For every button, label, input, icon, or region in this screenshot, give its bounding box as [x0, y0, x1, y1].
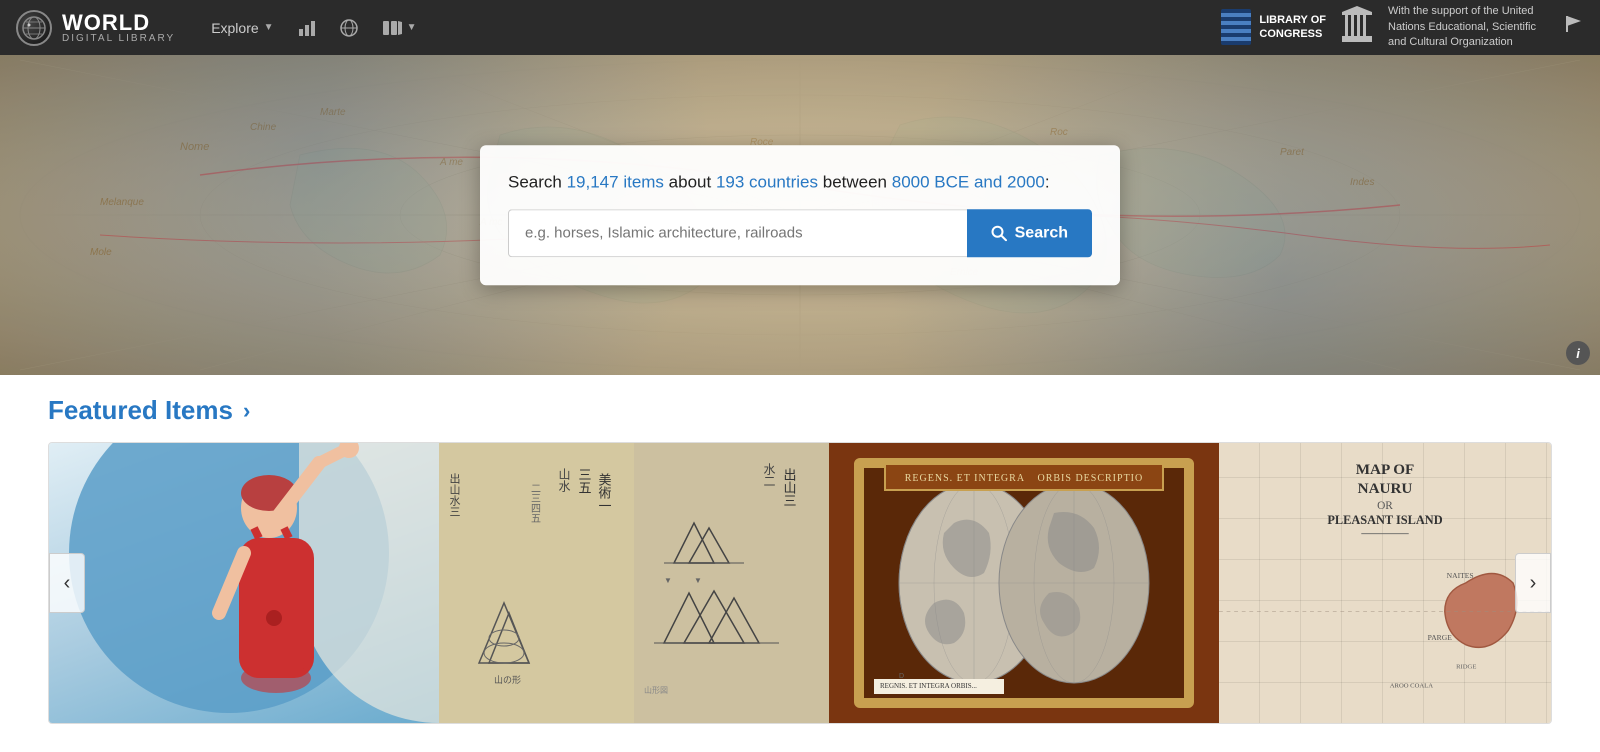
- logo-text: WORLD DIGITAL LIBRARY: [62, 12, 175, 44]
- carousel-item-nauru-map[interactable]: MAP OF NAURU OR PLEASANT ISLAND NAITES: [1219, 443, 1551, 723]
- search-countries-count: 193 countries: [716, 172, 818, 191]
- svg-text:MAP OF: MAP OF: [1356, 461, 1415, 478]
- loc-logo[interactable]: LIBRARY OFCONGRESS: [1221, 9, 1326, 45]
- featured-section: Featured Items › ‹: [0, 375, 1600, 724]
- svg-text:OR: OR: [1377, 500, 1393, 512]
- svg-text:三五: 三五: [577, 468, 592, 494]
- carousel-prev-button[interactable]: ‹: [49, 553, 85, 613]
- search-container: Search 19,147 items about 193 countries …: [480, 145, 1120, 285]
- nav-globe[interactable]: [328, 0, 370, 55]
- site-logo[interactable]: WORLD DIGITAL LIBRARY: [16, 10, 175, 46]
- featured-title: Featured Items: [48, 395, 233, 426]
- carousel-next-button[interactable]: ›: [1515, 553, 1551, 613]
- logo-globe-icon: [16, 10, 52, 46]
- svg-text:PLEASANT ISLAND: PLEASANT ISLAND: [1327, 513, 1442, 527]
- svg-text:山の形: 山の形: [494, 674, 521, 685]
- nav-books[interactable]: ▼: [370, 0, 429, 55]
- info-button[interactable]: i: [1566, 341, 1590, 365]
- carousel-item-swimmer[interactable]: [49, 443, 439, 723]
- svg-text:NAURU: NAURU: [1358, 480, 1413, 497]
- svg-text:山形図: 山形図: [644, 685, 668, 695]
- hero-section: Nome Chine Marte Melanque Mole A me A mc…: [0, 55, 1600, 375]
- nav-explore-label: Explore: [211, 20, 258, 36]
- carousel-track: 美術一 三五 山水 山の形 出山水三 二三四五: [49, 443, 1551, 723]
- svg-text:▼: ▼: [664, 576, 672, 585]
- svg-text:出山三: 出山三: [782, 468, 797, 507]
- flag-icon[interactable]: [1564, 14, 1584, 40]
- globe-nav-icon: [340, 19, 358, 37]
- search-row: Search: [508, 209, 1092, 257]
- books-icon: [382, 19, 402, 37]
- carousel-item-japanese-left[interactable]: 美術一 三五 山水 山の形 出山水三 二三四五: [439, 443, 634, 723]
- support-text: With the support of the United Nations E…: [1388, 4, 1548, 50]
- svg-text:出山水三: 出山水三: [448, 472, 461, 517]
- svg-text:二三四五: 二三四五: [529, 483, 541, 523]
- nav-statistics[interactable]: [286, 0, 328, 55]
- svg-text:RIDGE: RIDGE: [1456, 663, 1476, 670]
- books-chevron-icon: ▼: [407, 22, 417, 33]
- search-years-range: 8000 BCE and 2000: [892, 172, 1045, 191]
- search-button[interactable]: Search: [967, 209, 1092, 257]
- loc-text: LIBRARY OFCONGRESS: [1259, 13, 1326, 42]
- prev-arrow-icon: ‹: [64, 572, 71, 595]
- search-button-label: Search: [1015, 224, 1068, 242]
- nav-explore[interactable]: Explore ▼: [199, 0, 285, 55]
- svg-text:PARGE: PARGE: [1428, 633, 1453, 642]
- featured-header: Featured Items ›: [48, 395, 1552, 426]
- carousel-item-japanese-right[interactable]: 出山三 水二 ▼ ▼: [634, 443, 829, 723]
- unesco-pillar-icon: [1342, 6, 1372, 49]
- search-icon: [991, 225, 1007, 241]
- carousel-item-globe-map[interactable]: REGENS. ET INTEGRA ORBIS DESCRIPTIO: [829, 443, 1219, 723]
- logo-world: WORLD: [62, 12, 175, 34]
- search-input[interactable]: [508, 209, 967, 257]
- svg-text:美術一: 美術一: [597, 473, 612, 512]
- svg-text:山水: 山水: [557, 468, 571, 492]
- svg-text:▼: ▼: [694, 576, 702, 585]
- loc-stripe-icon: [1221, 9, 1251, 45]
- search-items-count: 19,147 items: [567, 172, 664, 191]
- featured-arrow-icon[interactable]: ›: [243, 398, 250, 424]
- logo-digital: DIGITAL LIBRARY: [62, 34, 175, 44]
- explore-chevron-icon: ▼: [264, 22, 274, 33]
- carousel: ‹: [48, 442, 1552, 724]
- navbar: WORLD DIGITAL LIBRARY Explore ▼ ▼: [0, 0, 1600, 55]
- search-tagline: Search 19,147 items about 193 countries …: [508, 169, 1092, 195]
- next-arrow-icon: ›: [1530, 572, 1537, 595]
- svg-text:NAITES: NAITES: [1447, 571, 1474, 580]
- svg-text:AROO COALA: AROO COALA: [1390, 682, 1433, 689]
- svg-text:水二: 水二: [762, 463, 776, 487]
- bar-chart-icon: [298, 19, 316, 37]
- nav-right: LIBRARY OFCONGRESS With the support of t…: [1221, 4, 1584, 50]
